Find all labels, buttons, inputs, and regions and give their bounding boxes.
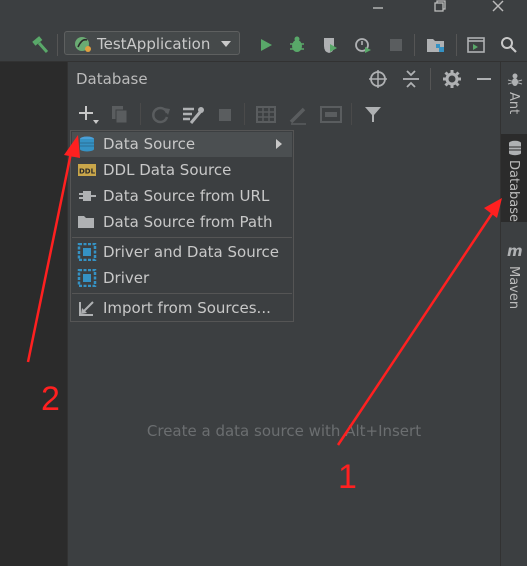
spring-boot-icon: [75, 37, 91, 52]
profile-button[interactable]: [350, 28, 376, 61]
locate-button[interactable]: [368, 69, 388, 89]
close-button[interactable]: [478, 0, 518, 20]
coverage-button[interactable]: [317, 28, 343, 61]
menu-item-ddl-data-source[interactable]: DDL DDL Data Source: [72, 158, 292, 183]
run-configuration-label: TestApplication: [97, 35, 211, 53]
maven-icon: m: [507, 242, 523, 260]
right-tool-strip: Ant Database m Maven: [500, 62, 527, 566]
database-icon: [509, 140, 521, 156]
console-icon: [320, 106, 342, 123]
query-console-button[interactable]: [320, 105, 342, 125]
hide-panel-button[interactable]: [474, 69, 494, 89]
database-panel-header: Database: [68, 62, 500, 95]
filter-icon: [365, 107, 381, 122]
driver-icon: [77, 243, 97, 261]
table-editor-button[interactable]: [256, 105, 276, 125]
tool-window-label: Ant: [506, 92, 521, 115]
main-toolbar: TestApplication: [0, 28, 527, 62]
restore-icon: [434, 0, 446, 12]
terminal-button[interactable]: [463, 28, 489, 61]
editor-area: [0, 62, 68, 566]
menu-item-data-source[interactable]: Data Source: [72, 132, 292, 157]
menu-item-data-source-from-url[interactable]: Data Source from URL: [72, 184, 292, 209]
annotation-number-2: 2: [41, 380, 60, 418]
project-structure-button[interactable]: [423, 28, 449, 61]
copy-icon: [112, 106, 128, 124]
chevron-down-icon: [221, 41, 231, 47]
run-icon: [261, 38, 272, 51]
project-structure-icon: [427, 38, 444, 52]
stop-icon: [219, 109, 231, 121]
search-button[interactable]: [496, 28, 522, 61]
menu-item-driver-and-data-source[interactable]: Driver and Data Source: [72, 240, 292, 265]
menu-separator: [72, 293, 292, 294]
settings-button[interactable]: [442, 69, 462, 89]
ddl-icon: DDL: [78, 164, 96, 176]
build-hammer-icon: [32, 35, 49, 53]
duplicate-button[interactable]: [110, 105, 130, 125]
run-button[interactable]: [253, 28, 279, 61]
svg-text:DDL: DDL: [79, 168, 96, 176]
panel-title: Database: [76, 70, 148, 88]
build-button[interactable]: [27, 28, 53, 61]
tool-window-database[interactable]: Database: [501, 134, 527, 222]
tool-window-label: Database: [506, 160, 521, 223]
run-configuration-select[interactable]: TestApplication: [64, 31, 240, 55]
profile-icon: [355, 37, 371, 53]
stop-button[interactable]: [216, 106, 234, 124]
debug-icon: [290, 36, 304, 52]
tool-window-maven[interactable]: m Maven: [501, 242, 527, 312]
gear-icon: [443, 70, 461, 88]
wrench-list-icon: [183, 107, 204, 124]
debug-button[interactable]: [284, 28, 310, 61]
search-icon: [501, 36, 517, 53]
restore-button[interactable]: [420, 0, 460, 20]
stop-icon: [390, 38, 402, 51]
table-icon: [256, 106, 276, 123]
menu-item-driver[interactable]: Driver: [72, 266, 292, 291]
menu-item-import-from-sources[interactable]: Import from Sources...: [72, 296, 292, 321]
tool-window-label: Maven: [506, 266, 521, 310]
plus-icon: [79, 106, 99, 124]
menu-item-data-source-from-path[interactable]: Data Source from Path: [72, 210, 292, 235]
crosshair-icon: [369, 70, 387, 88]
tool-window-ant[interactable]: Ant: [501, 68, 527, 128]
close-icon: [492, 0, 504, 12]
driver-icon: [77, 269, 97, 287]
data-source-properties-button[interactable]: [182, 105, 204, 125]
import-icon: [79, 301, 94, 316]
terminal-icon: [467, 36, 485, 53]
add-button[interactable]: [78, 104, 100, 126]
pencil-icon: [289, 107, 306, 125]
menu-separator: [72, 237, 292, 238]
collapse-all-button[interactable]: [401, 69, 421, 89]
folder-icon: [78, 216, 94, 228]
ant-icon: [507, 73, 523, 86]
submenu-arrow-icon: [276, 139, 282, 149]
add-data-source-menu: Data Source DDL DDL Data Source Data Sou…: [70, 130, 294, 322]
database-toolbar: [68, 95, 500, 133]
annotation-number-1: 1: [338, 458, 357, 496]
url-plug-icon: [79, 191, 96, 201]
minimize-icon: [373, 7, 383, 9]
coverage-icon: [324, 37, 337, 53]
refresh-icon: [152, 106, 170, 124]
minimize-button[interactable]: [358, 0, 398, 20]
refresh-button[interactable]: [151, 105, 171, 125]
stop-button[interactable]: [383, 28, 409, 61]
filter-button[interactable]: [363, 105, 383, 125]
database-icon: [80, 136, 94, 152]
minimize-icon: [477, 78, 491, 80]
empty-state-hint: Create a data source with Alt+Insert: [146, 422, 422, 440]
window-title-bar: [0, 0, 527, 28]
edit-button[interactable]: [288, 105, 308, 125]
collapse-icon: [403, 70, 419, 88]
